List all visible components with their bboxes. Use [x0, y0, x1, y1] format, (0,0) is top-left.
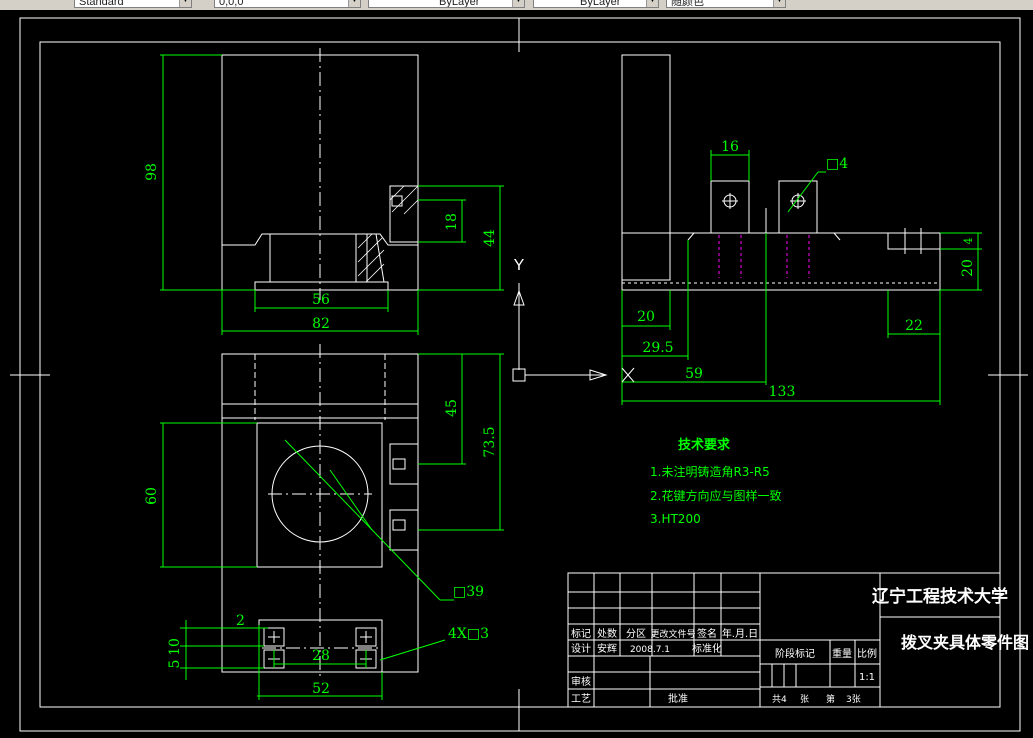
dim-60: 60: [144, 487, 160, 505]
dim-10: 10: [167, 638, 183, 656]
color-value: 0,0,0: [219, 0, 244, 8]
scale-value: 1:1: [859, 672, 875, 683]
chevron-down-icon[interactable]: ▼: [348, 0, 360, 7]
designer-name: 安辉: [597, 642, 617, 655]
dim-59: 59: [685, 366, 703, 382]
dim-20-horizontal: 20: [637, 309, 655, 325]
sheet-unit: 张: [800, 694, 809, 705]
process-label: 工艺: [571, 693, 591, 705]
dim-16: 16: [721, 139, 739, 155]
review-label: 审核: [571, 675, 591, 688]
linetype-value: ByLayer: [580, 0, 621, 8]
sheet-total: 共4: [772, 694, 787, 705]
weight-label: 重量: [832, 647, 852, 660]
chevron-down-icon[interactable]: ▼: [512, 0, 524, 7]
linetype-dropdown[interactable]: ByLayer ▼: [533, 0, 659, 8]
note-2: 2.花键方向应与图样一致: [650, 488, 781, 503]
dim-45: 45: [444, 399, 460, 417]
design-label: 设计: [571, 642, 591, 655]
th-zone: 分区: [626, 628, 646, 640]
dim-5: 5: [167, 660, 183, 669]
chevron-down-icon[interactable]: ▼: [179, 0, 191, 7]
dim-18: 18: [444, 213, 460, 231]
th-change-doc: 更改文件号: [650, 628, 695, 640]
dim-4: 4: [962, 238, 975, 245]
ucs-y-label: Y: [514, 257, 525, 274]
dim-22: 22: [905, 318, 923, 334]
dim-29-5: 29.5: [642, 340, 673, 356]
th-date: 年.月.日: [722, 627, 758, 640]
dim-28: 28: [312, 648, 330, 664]
dim-20-vertical: 20: [960, 259, 976, 277]
plotstyle-dropdown[interactable]: 随颜色 ▼: [666, 0, 786, 8]
th-mark: 标记: [571, 628, 591, 640]
text-style-value: Standard: [79, 0, 124, 8]
dim-39-square: □39: [453, 584, 484, 600]
scale-label: 比例: [857, 647, 877, 660]
dim-56: 56: [312, 292, 330, 308]
note-3: 3.HT200: [650, 512, 701, 526]
notes-title: 技术要求: [678, 437, 731, 453]
chevron-down-icon[interactable]: ▼: [646, 0, 658, 7]
dim-4-square: □4: [826, 156, 848, 172]
note-1: 1.未注明铸造角R3-R5: [650, 464, 770, 479]
sheet-number: 3张: [846, 694, 861, 705]
dim-73-5: 73.5: [482, 426, 498, 457]
drawing-name: 拨叉夹具体零件图: [901, 633, 1029, 652]
design-date: 2008.7.1: [630, 645, 670, 655]
th-count: 处数: [597, 627, 617, 640]
dim-133: 133: [769, 384, 796, 400]
approve-label: 批准: [668, 692, 688, 705]
text-style-dropdown[interactable]: Standard ▼: [74, 0, 192, 8]
dim-2: 2: [236, 613, 245, 629]
standardization-label: 标准化: [692, 642, 722, 655]
sheet-ordinal: 第: [826, 693, 835, 705]
chevron-down-icon[interactable]: ▼: [773, 0, 785, 7]
dim-4x3: 4X□3: [448, 626, 489, 642]
dim-98: 98: [144, 163, 160, 181]
plotstyle-value: 随颜色: [671, 0, 704, 8]
layer-dropdown[interactable]: ByLayer ▼: [368, 0, 525, 8]
dim-52: 52: [312, 681, 330, 697]
stage-mark-label: 阶段标记: [775, 647, 815, 660]
dim-44: 44: [482, 229, 498, 247]
th-signature: 签名: [697, 627, 717, 640]
cad-drawing[interactable]: 98 56 82 18 44 45 73.5 60 □39 2 4X□3 5 1…: [0, 10, 1033, 738]
school-name: 辽宁工程技术大学: [872, 586, 1008, 607]
color-dropdown[interactable]: 0,0,0 ▼: [214, 0, 361, 8]
layer-value: ByLayer: [439, 0, 480, 8]
dim-82: 82: [312, 316, 330, 332]
